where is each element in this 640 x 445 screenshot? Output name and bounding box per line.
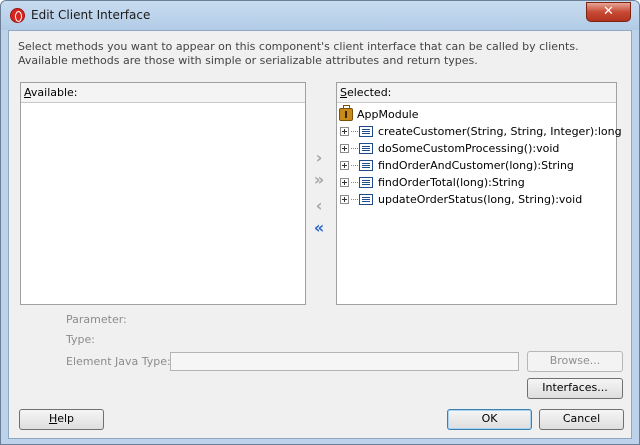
dialog-title: Edit Client Interface xyxy=(31,8,151,22)
tree-connector xyxy=(351,131,358,132)
expand-icon[interactable] xyxy=(340,195,349,204)
tree-connector xyxy=(351,148,358,149)
expand-icon[interactable] xyxy=(340,161,349,170)
help-label: elp xyxy=(57,412,75,425)
tree-connector xyxy=(351,199,358,200)
method-icon xyxy=(359,194,373,205)
dialog-content: Select methods you want to appear on thi… xyxy=(8,30,632,439)
title-bar[interactable]: Edit Client Interface ✕ xyxy=(1,1,639,30)
close-button[interactable]: ✕ xyxy=(586,2,631,22)
intro-text: Select methods you want to appear on thi… xyxy=(18,40,579,67)
oracle-jdeveloper-icon xyxy=(10,8,25,23)
parameter-label: Parameter: xyxy=(66,313,127,326)
expand-icon[interactable] xyxy=(340,144,349,153)
edit-client-interface-dialog: Edit Client Interface ✕ Select methods y… xyxy=(0,0,640,445)
method-icon xyxy=(359,126,373,137)
available-label: vailable: xyxy=(30,86,78,99)
selected-tree[interactable]: Selected: AppModule createCustomer(Strin… xyxy=(336,82,622,305)
ok-button[interactable]: OK xyxy=(447,409,532,430)
tree-node-method[interactable]: createCustomer(String, String, Integer):… xyxy=(340,123,622,140)
method-label: createCustomer(String, String, Integer):… xyxy=(378,125,622,138)
tree-node-label: AppModule xyxy=(357,108,419,121)
remove-arrow-button[interactable]: ‹ xyxy=(311,198,327,215)
interfaces-button[interactable]: Interfaces... xyxy=(527,378,623,399)
briefcase-icon xyxy=(339,105,353,121)
add-arrow-button[interactable]: › xyxy=(311,150,327,167)
method-label: findOrderTotal(long):String xyxy=(378,176,525,189)
tree-node-method[interactable]: updateOrderStatus(long, String):void xyxy=(340,191,582,208)
available-label-mnemonic: A xyxy=(24,86,31,99)
available-list[interactable]: Available: xyxy=(20,82,306,305)
expand-icon[interactable] xyxy=(340,178,349,187)
add-all-arrow-button[interactable]: » xyxy=(311,172,327,189)
tree-connector xyxy=(351,165,358,166)
tree-node-method[interactable]: findOrderAndCustomer(long):String xyxy=(340,157,574,174)
method-icon xyxy=(359,177,373,188)
tree-node-appmodule[interactable]: AppModule xyxy=(339,105,419,123)
browse-button[interactable]: Browse... xyxy=(527,351,623,372)
expand-icon[interactable] xyxy=(340,127,349,136)
element-java-type-label: Element Java Type: xyxy=(66,355,171,368)
available-header: Available: xyxy=(21,83,305,103)
cancel-button[interactable]: Cancel xyxy=(539,409,624,430)
method-label: doSomeCustomProcessing():void xyxy=(378,142,560,155)
help-button[interactable]: Help xyxy=(19,409,104,430)
tree-connector xyxy=(351,182,358,183)
tree-node-method[interactable]: findOrderTotal(long):String xyxy=(340,174,525,191)
method-label: findOrderAndCustomer(long):String xyxy=(378,159,574,172)
selected-header: Selected: xyxy=(337,83,616,103)
tree-node-method[interactable]: doSomeCustomProcessing():void xyxy=(340,140,559,157)
method-icon xyxy=(359,143,373,154)
remove-all-arrow-button[interactable]: « xyxy=(311,220,327,237)
type-label: Type: xyxy=(66,333,95,346)
selected-label-mnemonic: S xyxy=(340,86,347,99)
help-mnemonic: H xyxy=(48,412,58,425)
method-label: updateOrderStatus(long, String):void xyxy=(378,193,583,206)
element-java-type-field[interactable] xyxy=(170,352,519,371)
method-icon xyxy=(359,160,373,171)
selected-label: elected: xyxy=(346,86,392,99)
